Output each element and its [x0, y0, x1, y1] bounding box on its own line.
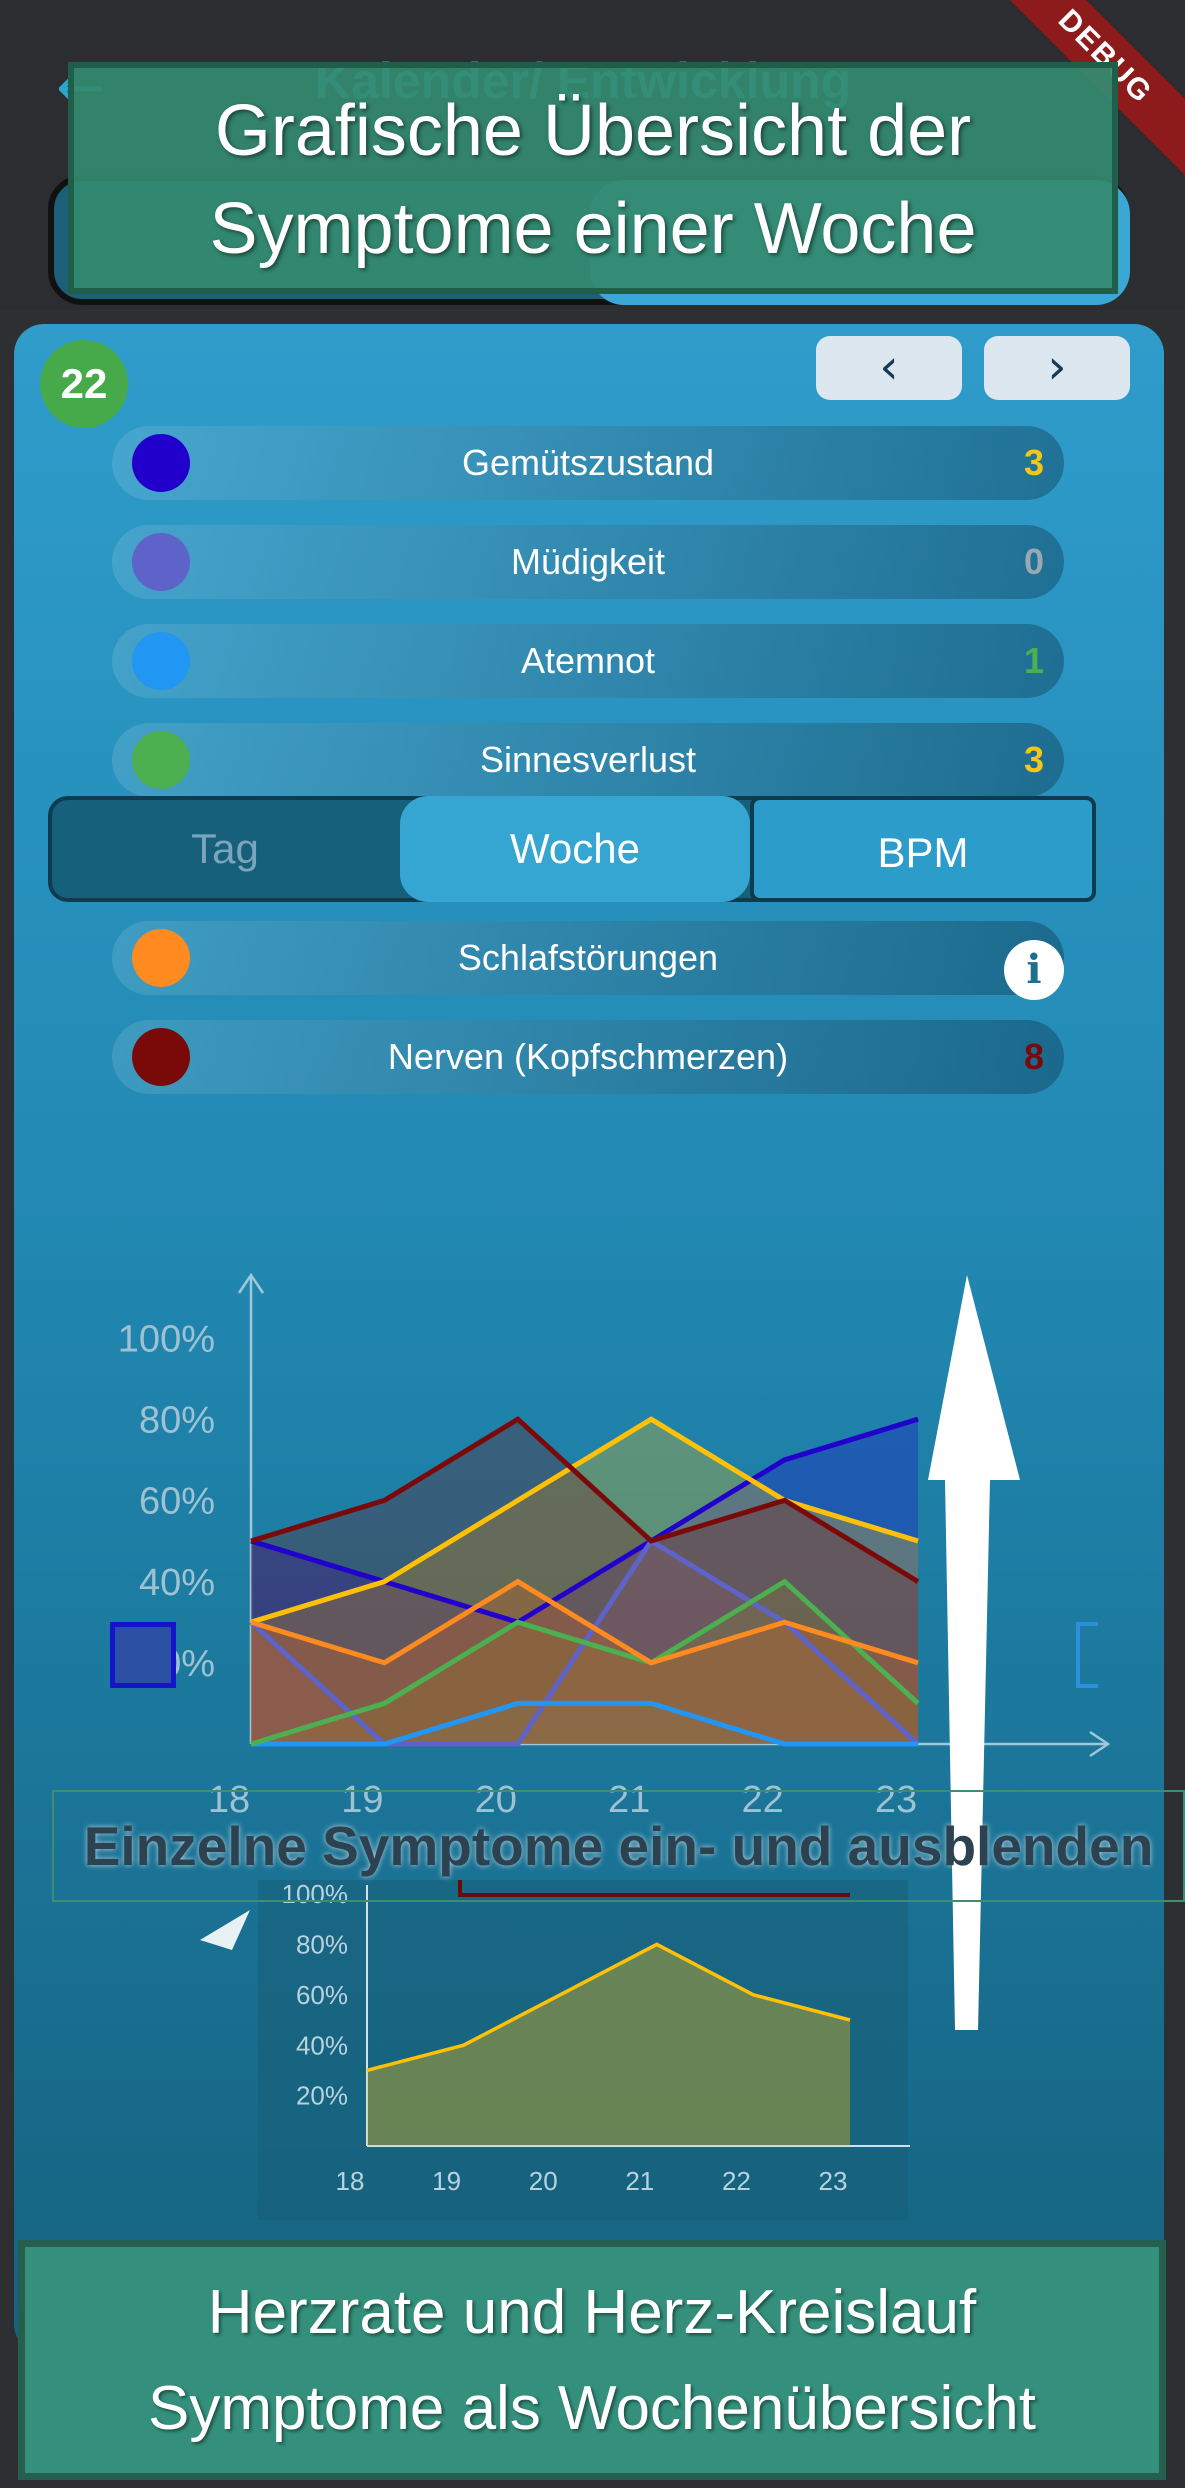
symptom-label: Atemnot: [520, 640, 656, 681]
symptom-label: Müdigkeit: [510, 541, 666, 582]
tab-bpm[interactable]: BPM: [750, 796, 1096, 902]
callout-top-line-1: Grafische Übersicht der: [214, 91, 972, 171]
callout-bottom-line-2: Symptome als Wochenübersicht: [148, 2374, 1036, 2443]
tab-day[interactable]: Tag: [50, 796, 400, 902]
callout-bottom: Herzrate und Herz-Kreislauf Symptome als…: [18, 2240, 1166, 2480]
day-badge: 22: [40, 340, 128, 428]
symptom-color-dot[interactable]: [132, 632, 190, 690]
symptom-value: 3: [1023, 442, 1044, 483]
chevron-right-icon: ›: [1047, 339, 1067, 395]
series-toggle-box-right[interactable]: [1076, 1622, 1098, 1688]
main-panel: 22 ‹ › Gemütszustand 3 Müdigkeit 0 Atemnot 1 S…: [14, 324, 1164, 2354]
info-icon[interactable]: i: [1004, 940, 1064, 1000]
callout-middle: Einzelne Symptome ein- und ausblenden: [52, 1790, 1185, 1902]
callout-top-line-2: Symptome einer Woche: [209, 189, 977, 269]
symptom-row[interactable]: Schlafstörungen4: [112, 921, 1064, 995]
symptom-label: Sinnesverlust: [479, 739, 697, 780]
symptom-row[interactable]: Müdigkeit 0: [112, 525, 1064, 599]
prev-button[interactable]: ‹: [816, 336, 962, 400]
symptom-color-dot[interactable]: [132, 533, 190, 591]
symptom-value: 1: [1023, 640, 1044, 681]
callout-bottom-line-1: Herzrate und Herz-Kreislauf: [207, 2278, 977, 2347]
symptom-row[interactable]: Sinnesverlust 3: [112, 723, 1064, 797]
symptom-row[interactable]: Gemütszustand 3: [112, 426, 1064, 500]
symptom-label: Nerven (Kopfschmerzen): [387, 1036, 789, 1077]
symptom-value: 0: [1023, 541, 1044, 582]
callout-top: Grafische Übersicht der Symptome einer W…: [68, 62, 1118, 294]
symptom-value: 3: [1023, 739, 1044, 780]
chevron-left-icon: ‹: [879, 339, 899, 395]
symptom-value: 8: [1023, 1036, 1044, 1077]
symptom-color-dot[interactable]: [132, 434, 190, 492]
symptom-color-dot[interactable]: [132, 929, 190, 987]
symptom-color-dot[interactable]: [132, 1028, 190, 1086]
series-toggle-box[interactable]: [110, 1622, 176, 1688]
symptom-row[interactable]: Atemnot 1: [112, 624, 1064, 698]
symptom-label: Schlafstörungen: [457, 937, 719, 978]
symptom-color-dot[interactable]: [132, 731, 190, 789]
symptom-row[interactable]: Nerven (Kopfschmerzen) 8: [112, 1020, 1064, 1094]
symptom-label: Gemütszustand: [461, 442, 715, 483]
next-button[interactable]: ›: [984, 336, 1130, 400]
tab-week[interactable]: Woche: [400, 796, 750, 902]
